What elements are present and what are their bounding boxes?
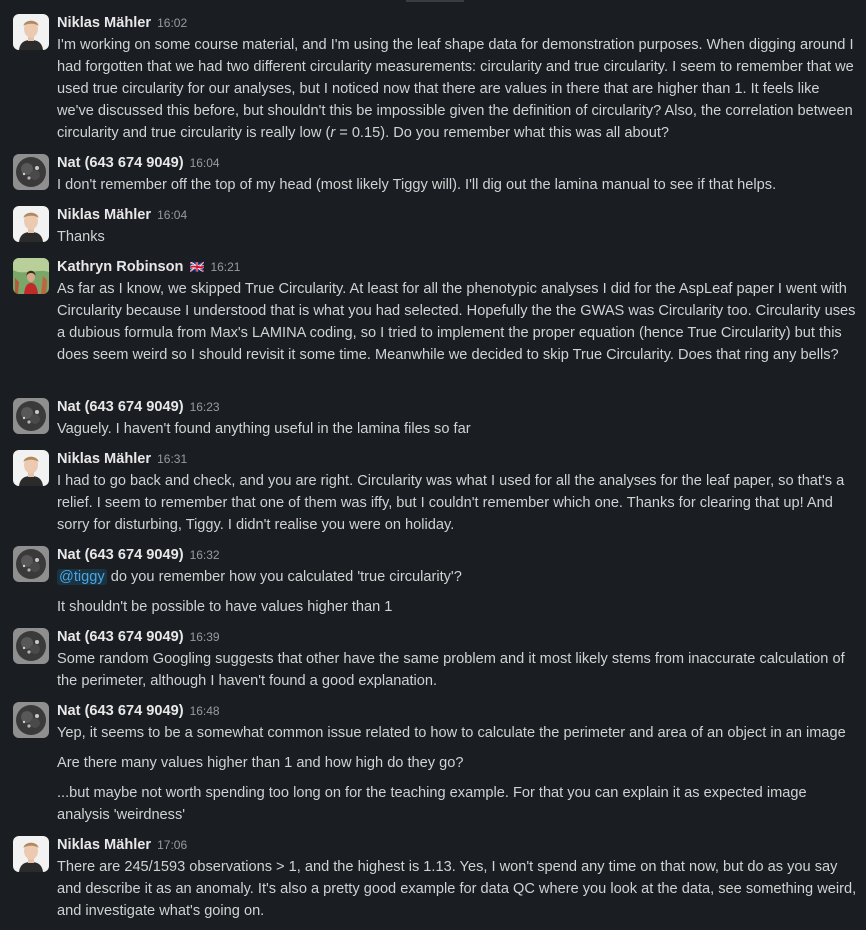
avatar[interactable] — [13, 206, 49, 242]
message-text: Vaguely. I haven't found anything useful… — [57, 421, 471, 437]
message-text: @tiggy do you remember how you calculate… — [57, 569, 462, 585]
message-text: Some random Googling suggests that other… — [57, 651, 845, 689]
timestamp[interactable]: 16:02 — [157, 16, 187, 30]
message-text: ...but maybe not worth spending too long… — [57, 785, 807, 823]
sender-name[interactable]: Nat (643 674 9049) — [57, 399, 184, 415]
timestamp[interactable]: 17:06 — [157, 838, 187, 852]
message-text: I don't remember off the top of my head … — [57, 177, 777, 193]
sender-name[interactable]: Nat (643 674 9049) — [57, 629, 184, 645]
timestamp[interactable]: 16:48 — [190, 704, 220, 718]
user-mention[interactable]: @tiggy — [57, 569, 107, 585]
uk-flag-icon: 🇬🇧 — [189, 260, 205, 274]
sender-name[interactable]: Niklas Mähler — [57, 207, 151, 223]
message-text: Are there many values higher than 1 and … — [57, 755, 464, 771]
avatar[interactable] — [13, 450, 49, 486]
message-text: There are 245/1593 observations > 1, and… — [57, 859, 857, 919]
message-text: I had to go back and check, and you are … — [57, 473, 845, 533]
message-text: Thanks — [57, 229, 105, 245]
timestamp[interactable]: 16:39 — [190, 630, 220, 644]
timestamp[interactable]: 16:32 — [190, 548, 220, 562]
message-text: It shouldn't be possible to have values … — [57, 599, 393, 615]
message-text: I'm working on some course material, and… — [57, 37, 854, 141]
avatar[interactable] — [13, 14, 49, 50]
avatar[interactable] — [13, 628, 49, 664]
sender-name[interactable]: Nat (643 674 9049) — [57, 703, 184, 719]
top-edge-tab — [406, 0, 464, 2]
sender-name[interactable]: Niklas Mähler — [57, 15, 151, 31]
timestamp[interactable]: 16:04 — [157, 208, 187, 222]
avatar[interactable] — [13, 398, 49, 434]
sender-name[interactable]: Nat (643 674 9049) — [57, 155, 184, 171]
sender-name[interactable]: Niklas Mähler — [57, 451, 151, 467]
message-text: Yep, it seems to be a somewhat common is… — [57, 725, 846, 741]
avatar[interactable] — [13, 154, 49, 190]
avatar[interactable] — [13, 836, 49, 872]
sender-name[interactable]: Niklas Mähler — [57, 837, 151, 853]
timestamp[interactable]: 16:23 — [190, 400, 220, 414]
avatar[interactable] — [13, 702, 49, 738]
timestamp[interactable]: 16:31 — [157, 452, 187, 466]
timestamp[interactable]: 16:21 — [210, 260, 240, 274]
timestamp[interactable]: 16:04 — [190, 156, 220, 170]
sender-name[interactable]: Kathryn Robinson — [57, 259, 183, 275]
message-text: As far as I know, we skipped True Circul… — [57, 281, 856, 363]
avatar[interactable] — [13, 258, 49, 294]
avatar[interactable] — [13, 546, 49, 582]
sender-name[interactable]: Nat (643 674 9049) — [57, 547, 184, 563]
